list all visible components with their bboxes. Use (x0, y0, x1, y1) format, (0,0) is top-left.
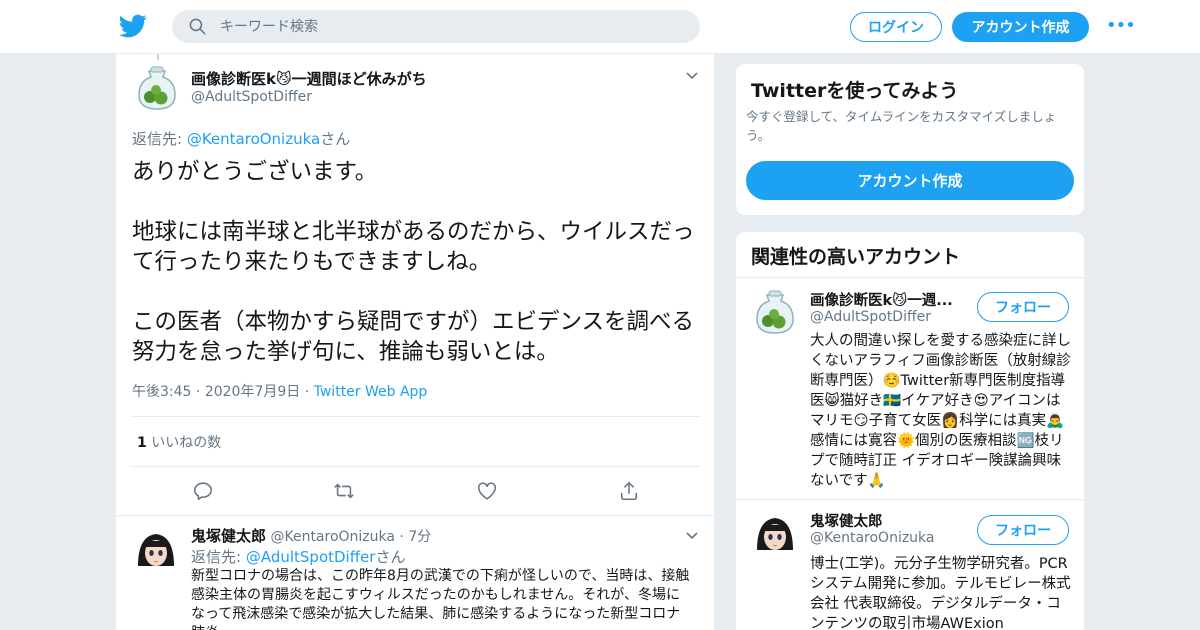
signup-button[interactable]: アカウント作成 (746, 161, 1074, 200)
anime-girl-avatar-icon (751, 510, 799, 558)
retweet-icon[interactable] (333, 480, 355, 502)
signup-button[interactable]: アカウント作成 (952, 12, 1089, 42)
card-title: 関連性の高いアカウント (751, 246, 961, 268)
card-subtitle: 今すぐ登録して、タイムラインをカスタマイズしましょう。 (746, 109, 1057, 143)
twitter-bird-icon[interactable] (119, 12, 147, 40)
tweet-text: ありがとうございます。 地球には南半球と北半球があるのだから、ウイルスだって行っ… (132, 157, 702, 367)
card-title: Twitterを使ってみよう (751, 80, 959, 102)
reply-context: 返信先: @AdultSpotDifferさん (191, 546, 405, 567)
divider (736, 499, 1084, 500)
tweet-column: 画像診断医k😼一週間ほど休みがち @AdultSpotDiffer 返信先: @… (115, 54, 715, 630)
reply-prefix: 返信先: (132, 130, 187, 148)
like-count-label: いいねの数 (146, 435, 222, 451)
account-handle[interactable]: @AdultSpotDiffer (810, 309, 931, 325)
account-name[interactable]: 鬼塚健太郎 (810, 510, 883, 531)
tweet-time[interactable]: 午後3:45 (132, 384, 191, 400)
chevron-down-icon[interactable] (685, 531, 699, 541)
reply-context: 返信先: @KentaroOnizukaさん (132, 128, 350, 149)
reply-age[interactable]: 7分 (408, 529, 431, 545)
account-handle[interactable]: @KentaroOnizuka (810, 530, 935, 546)
chevron-down-icon[interactable] (685, 71, 699, 81)
avatar[interactable] (133, 63, 181, 111)
follow-button[interactable]: フォロー (977, 515, 1069, 545)
tweet-timestamp: 午後3:45 · 2020年7月9日 · Twitter Web App (132, 384, 428, 400)
account-name[interactable]: 画像診断医k😼一週... (810, 289, 953, 310)
like-count[interactable]: 1 いいねの数 (137, 432, 221, 452)
like-count-number: 1 (137, 435, 147, 451)
tweet-paragraph: この医者（本物かすら疑問ですが）エビデンスを調べる努力を怠った挙げ句に、推論も弱… (132, 309, 695, 365)
account-bio: 大人の間違い探しを愛する感染症に詳しくないアラフィフ画像診断医（放射線診断専門医… (810, 333, 1071, 489)
reply-to-link[interactable]: @AdultSpotDiffer (246, 548, 376, 566)
marimo-jar-avatar-icon (138, 66, 176, 110)
top-navigation-bar: ログイン アカウント作成 ••• (0, 0, 1200, 54)
reply-text: 新型コロナの場合は、この昨年8月の武漢での下痢が怪しいので、当時は、接触感染主体… (191, 568, 690, 630)
avatar[interactable] (751, 510, 799, 558)
search-icon (189, 18, 206, 35)
reply-header: 鬼塚健太郎 @KentaroOnizuka · 7分 (191, 527, 432, 545)
author-name[interactable]: 画像診断医k😼一週間ほど休みがち (191, 68, 427, 89)
search-box[interactable] (172, 10, 700, 43)
divider (736, 277, 1084, 278)
marimo-jar-avatar-icon (756, 290, 794, 334)
avatar[interactable] (132, 526, 180, 574)
divider (130, 416, 700, 417)
reply-prefix: 返信先: (191, 548, 246, 566)
anime-girl-avatar-icon (132, 526, 180, 574)
reply-suffix: さん (320, 130, 351, 148)
tweet-separator (116, 515, 714, 516)
thread-connector (157, 54, 159, 60)
reply-to-link[interactable]: @KentaroOnizuka (187, 130, 320, 148)
more-options-icon[interactable]: ••• (1106, 17, 1136, 36)
login-button[interactable]: ログイン (850, 12, 942, 42)
search-input[interactable] (220, 10, 680, 43)
avatar[interactable] (751, 287, 799, 335)
author-handle[interactable]: @AdultSpotDiffer (191, 89, 312, 105)
related-accounts-card: 関連性の高いアカウント 画像診断医k😼一週... @AdultSpotDiffe… (735, 231, 1085, 630)
heart-icon[interactable] (476, 480, 498, 502)
tweet-paragraph: ありがとうございます。 (132, 159, 378, 185)
account-bio: 博士(工学)。元分子生物学研究者。PCRシステム開発に参加。テルモビレー株式会社… (810, 556, 1071, 630)
reply-author-handle[interactable]: @KentaroOnizuka (270, 529, 395, 545)
divider (130, 466, 700, 467)
try-twitter-card: Twitterを使ってみよう 今すぐ登録して、タイムラインをカスタマイズしましょ… (735, 63, 1085, 216)
follow-button[interactable]: フォロー (977, 292, 1069, 322)
tweet-date[interactable]: 2020年7月9日 (205, 384, 300, 400)
tweet-paragraph: 地球には南半球と北半球があるのだから、ウイルスだって行ったり来たりもできますしね… (132, 219, 695, 275)
reply-icon[interactable] (192, 480, 214, 502)
tweet-source[interactable]: Twitter Web App (314, 384, 428, 400)
share-icon[interactable] (618, 480, 640, 502)
reply-suffix: さん (375, 548, 406, 566)
reply-author-name[interactable]: 鬼塚健太郎 (191, 527, 266, 545)
